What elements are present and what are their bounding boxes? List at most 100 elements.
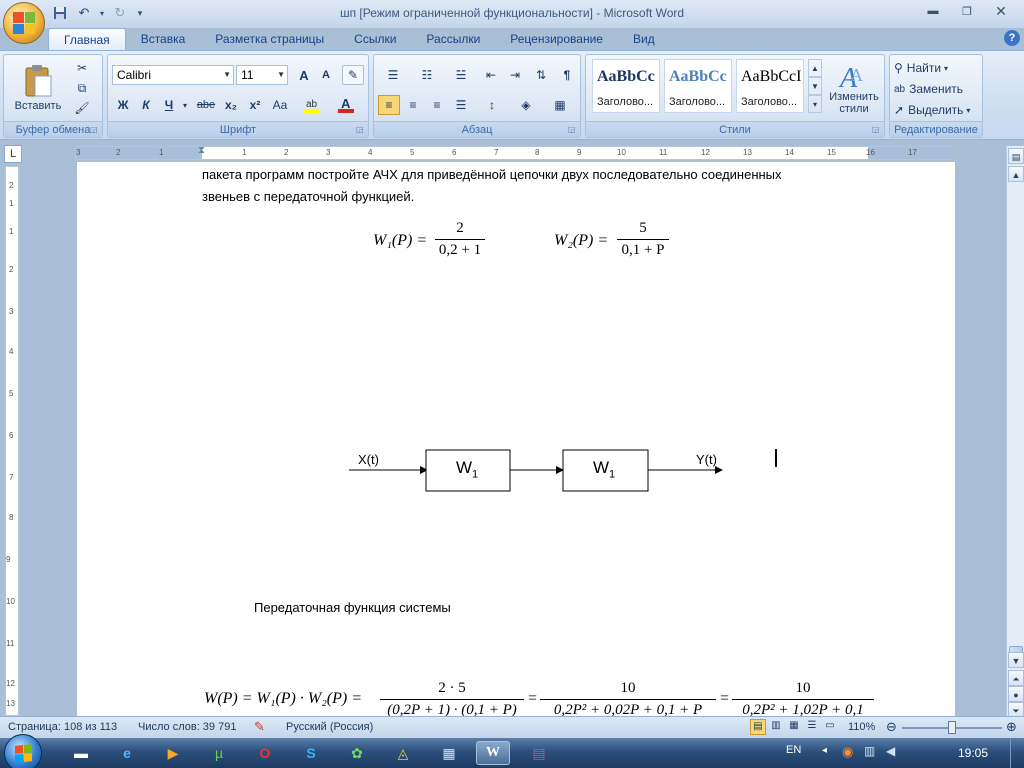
highlight-color-icon[interactable]: ab (300, 95, 326, 115)
word-count[interactable]: Число слов: 39 791 (138, 721, 236, 733)
app-icon[interactable]: ◬ (386, 741, 420, 765)
draft-icon[interactable]: ▭ (822, 719, 838, 735)
bullets-icon[interactable]: ☰ (378, 65, 408, 85)
skype-icon[interactable]: S (294, 741, 328, 765)
show-marks-icon[interactable]: ¶ (556, 65, 578, 85)
show-desktop-button[interactable] (1010, 738, 1024, 768)
decrease-indent-icon[interactable]: ⇤ (480, 65, 502, 85)
vertical-scrollbar[interactable]: ▤ ▲ ▼ ⏶ ● ⏷ (1006, 146, 1024, 718)
tab-insert[interactable]: Вставка (126, 28, 201, 50)
grow-font-button[interactable]: A (294, 65, 314, 85)
shrink-font-button[interactable]: A (316, 65, 336, 85)
strikethrough-button[interactable]: abe (194, 95, 218, 115)
styles-scroll-down-icon[interactable]: ▼ (808, 77, 822, 95)
align-left-icon[interactable]: ≡ (378, 95, 400, 115)
media-player-icon[interactable]: ▶ (156, 741, 190, 765)
tab-review[interactable]: Рецензирование (495, 28, 618, 50)
tab-selector[interactable]: L (4, 145, 22, 163)
underline-button[interactable]: Ч (158, 95, 180, 115)
borders-icon[interactable]: ▦ (546, 95, 574, 115)
page-count[interactable]: Страница: 108 из 113 (8, 721, 117, 733)
browse-object-icon[interactable]: ● (1008, 686, 1024, 702)
clipboard-launcher-icon[interactable]: ◲ (90, 125, 100, 135)
sort-icon[interactable]: ⇅ (530, 65, 552, 85)
volume-icon[interactable]: ◀ (886, 744, 895, 758)
subscript-button[interactable]: x₂ (220, 95, 242, 115)
increase-indent-icon[interactable]: ⇥ (504, 65, 526, 85)
word-taskbar-icon[interactable]: W (476, 741, 510, 765)
clear-format-icon[interactable]: ✎ (342, 65, 364, 85)
minimize-button[interactable]: ▬ (916, 2, 950, 20)
print-layout-icon[interactable]: ▤ (750, 719, 766, 735)
zoom-slider-thumb[interactable] (948, 721, 956, 734)
zoom-level[interactable]: 110% (848, 721, 875, 733)
messenger-icon[interactable]: ✿ (340, 741, 374, 765)
change-case-button[interactable]: Aa (268, 95, 292, 115)
vertical-ruler[interactable]: 2 1 1 2 3 4 5 6 7 8 9 10 11 12 13 (5, 166, 19, 716)
ruler-indent-marker[interactable]: ⧗ (198, 145, 205, 156)
zoom-out-button[interactable]: ⊖ (886, 719, 897, 735)
justify-icon[interactable]: ☰ (450, 95, 472, 115)
change-styles-button[interactable]: AA Изменить стили (826, 57, 882, 119)
input-language[interactable]: EN (786, 744, 801, 756)
zoom-in-button[interactable]: ⊕ (1006, 719, 1017, 735)
styles-more-icon[interactable]: ▾ (808, 95, 822, 113)
styles-scroll-up-icon[interactable]: ▲ (808, 59, 822, 77)
language[interactable]: Русский (Россия) (286, 721, 373, 733)
outline-icon[interactable]: ☰ (804, 719, 820, 735)
style-heading-1[interactable]: AaBbCc Заголово... (592, 59, 660, 113)
tray-arrow-icon[interactable]: ◂ (822, 745, 827, 756)
align-center-icon[interactable]: ≡ (402, 95, 424, 115)
align-right-icon[interactable]: ≡ (426, 95, 448, 115)
start-button[interactable] (4, 734, 42, 768)
opera-icon[interactable]: O (248, 741, 282, 765)
paste-button[interactable]: Вставить (12, 59, 64, 117)
proofing-icon[interactable]: ✎ (254, 719, 265, 735)
close-button[interactable]: ✕ (984, 2, 1018, 20)
tab-references[interactable]: Ссылки (339, 28, 411, 50)
full-screen-reading-icon[interactable]: ▥ (768, 719, 784, 735)
multilevel-list-icon[interactable]: ☱ (446, 65, 476, 85)
replace-button[interactable]: ab Заменить (894, 80, 980, 98)
ruler-toggle-icon[interactable]: ▤ (1008, 148, 1024, 164)
font-launcher-icon[interactable]: ◲ (356, 125, 366, 135)
italic-button[interactable]: К (135, 95, 157, 115)
bold-button[interactable]: Ж (112, 95, 134, 115)
restore-button[interactable]: ❐ (950, 2, 984, 20)
underline-dropdown-icon[interactable]: ▾ (180, 95, 190, 115)
horizontal-ruler[interactable]: 3 2 1 ⧗ 1 2 3 4 5 6 7 8 9 10 11 12 13 14… (75, 145, 954, 160)
superscript-button[interactable]: x² (244, 95, 266, 115)
select-button[interactable]: ➚ Выделить ▾ (894, 101, 980, 119)
font-color-icon[interactable]: A (334, 95, 360, 115)
font-name-combo[interactable]: Calibri ▼ (112, 65, 234, 85)
format-painter-icon[interactable]: 🖌 (72, 99, 92, 117)
paragraph-launcher-icon[interactable]: ◲ (568, 125, 578, 135)
tab-home[interactable]: Главная (48, 28, 126, 50)
tray-app-icon[interactable]: ◉ (842, 744, 853, 760)
scroll-up-button[interactable]: ▲ (1008, 166, 1024, 182)
styles-launcher-icon[interactable]: ◲ (872, 125, 882, 135)
document-page[interactable]: пакета программ постройте АЧХ для привед… (77, 162, 955, 716)
shading-icon[interactable]: ◈ (512, 95, 540, 115)
tab-mailings[interactable]: Рассылки (411, 28, 495, 50)
tab-view[interactable]: Вид (618, 28, 670, 50)
line-spacing-icon[interactable]: ↕ (478, 95, 506, 115)
clock[interactable]: 19:05 (958, 746, 988, 760)
style-heading-2[interactable]: AaBbCc Заголово... (664, 59, 732, 113)
find-button[interactable]: ⚲ Найти ▾ (894, 59, 980, 77)
numbering-icon[interactable]: ☷ (412, 65, 442, 85)
calculator-icon[interactable]: ▦ (432, 741, 466, 765)
winrar-icon[interactable]: ▤ (522, 741, 556, 765)
show-desktop-icon[interactable]: ▬ (64, 741, 98, 765)
tab-page-layout[interactable]: Разметка страницы (200, 28, 339, 50)
cut-icon[interactable]: ✂ (72, 59, 92, 77)
font-size-combo[interactable]: 11 ▼ (236, 65, 288, 85)
office-button[interactable] (3, 2, 45, 44)
help-icon[interactable]: ? (1004, 30, 1020, 46)
copy-icon[interactable]: ⧉ (72, 79, 92, 97)
network-icon[interactable]: ▥ (864, 744, 875, 758)
web-layout-icon[interactable]: ▦ (786, 719, 802, 735)
previous-page-icon[interactable]: ⏶ (1008, 670, 1024, 686)
utorrent-icon[interactable]: µ (202, 741, 236, 765)
style-heading-3[interactable]: AaBbCcI Заголово... (736, 59, 804, 113)
